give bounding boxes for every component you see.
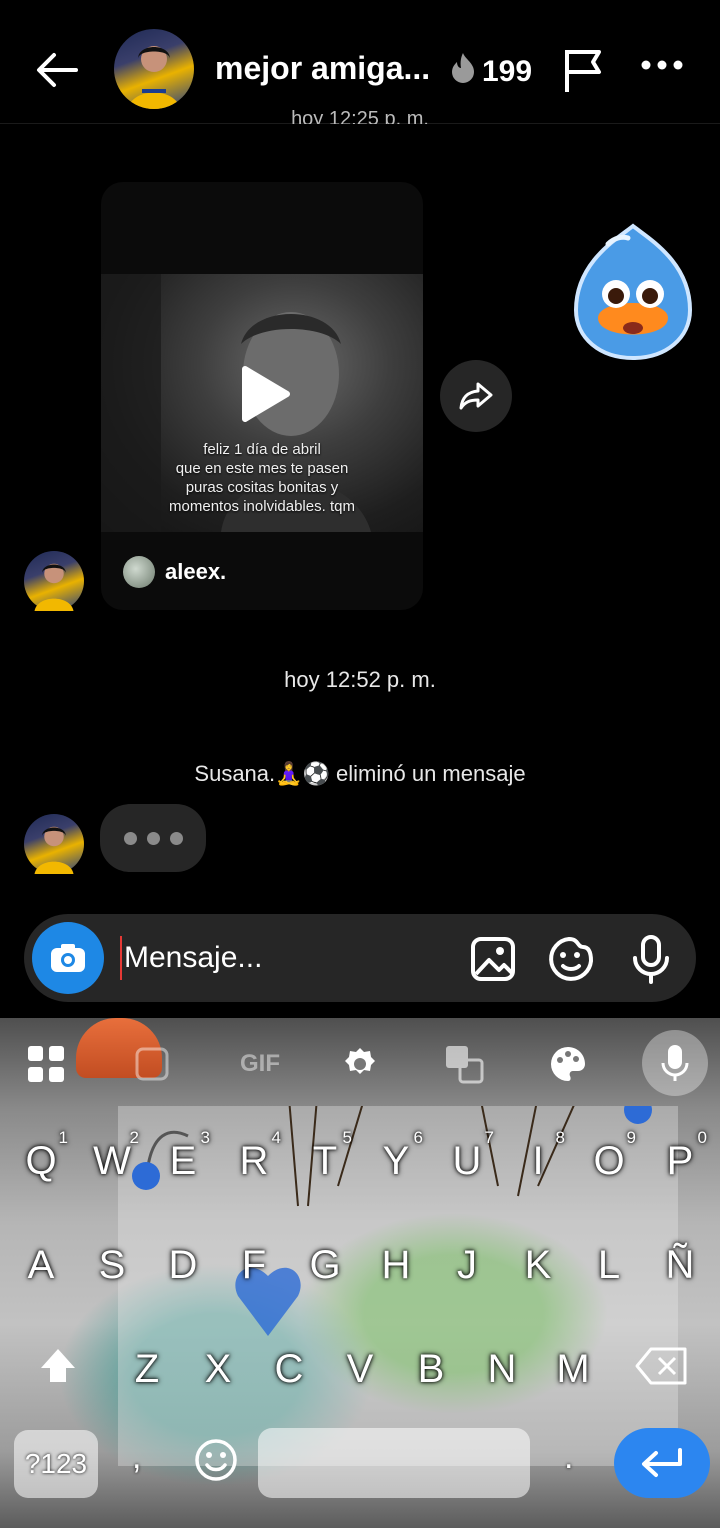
message-composer	[24, 914, 696, 1002]
voice-input-icon[interactable]	[642, 1030, 708, 1096]
key-p[interactable]: P0	[651, 1126, 709, 1196]
settings-gear-icon[interactable]	[338, 1042, 382, 1086]
message-input[interactable]	[120, 936, 450, 980]
key-c[interactable]: C	[260, 1334, 318, 1404]
keyboard: GIF Q1W2E3R4T5Y6U7I8O9P0 ASDFGHJKLÑ ZXCVBN…	[0, 1018, 720, 1528]
chat-header: mejor amiga... 199	[0, 0, 720, 124]
sticker-icon[interactable]	[546, 934, 596, 984]
symbols-key[interactable]: ?123	[14, 1430, 98, 1498]
share-arrow-icon	[459, 382, 493, 410]
key-v[interactable]: V	[331, 1334, 389, 1404]
key-x[interactable]: X	[189, 1334, 247, 1404]
key-e[interactable]: E3	[154, 1126, 212, 1196]
reel-author-avatar	[123, 556, 155, 588]
microphone-icon[interactable]	[626, 934, 676, 984]
key-k[interactable]: K	[509, 1230, 567, 1300]
play-icon[interactable]	[239, 365, 291, 428]
timestamp: hoy 12:52 p. m.	[284, 667, 436, 692]
key-s[interactable]: S	[83, 1230, 141, 1300]
key-u[interactable]: U7	[438, 1126, 496, 1196]
reel-caption: feliz 1 día de abril que en este mes te …	[169, 441, 355, 515]
backspace-key[interactable]	[634, 1342, 690, 1390]
streak-count: 199	[482, 55, 533, 88]
gallery-icon[interactable]	[468, 934, 518, 984]
typing-indicator	[100, 804, 206, 872]
key-f[interactable]: F	[225, 1230, 283, 1300]
key-g[interactable]: G	[296, 1230, 354, 1300]
more-options-icon[interactable]	[640, 58, 684, 76]
key-i[interactable]: I8	[509, 1126, 567, 1196]
key-b[interactable]: B	[402, 1334, 460, 1404]
key-l[interactable]: L	[580, 1230, 638, 1300]
sender-avatar[interactable]	[24, 814, 84, 874]
key-r[interactable]: R4	[225, 1126, 283, 1196]
shift-key[interactable]	[34, 1342, 82, 1390]
crying-water-drop-sticker[interactable]	[568, 222, 698, 362]
gif-button[interactable]: GIF	[230, 1042, 290, 1086]
enter-arrow-icon	[642, 1448, 682, 1477]
emoji-icon[interactable]	[194, 1438, 238, 1482]
reel-author-name: aleex.	[165, 559, 227, 584]
contact-name[interactable]: mejor amiga...	[215, 50, 430, 87]
streak-indicator: 199	[450, 52, 532, 92]
translate-icon[interactable]	[442, 1042, 486, 1086]
palette-icon[interactable]	[546, 1042, 590, 1086]
sticker-toolbar-icon[interactable]	[130, 1042, 174, 1086]
period-key[interactable]: .	[564, 1438, 573, 1477]
shared-reel[interactable]: feliz 1 día de abril que en este mes te …	[101, 182, 423, 610]
key-o[interactable]: O9	[580, 1126, 638, 1196]
share-button[interactable]	[440, 360, 512, 432]
system-message: Susana.🧘‍♀️⚽ eliminó un mensaje	[194, 761, 526, 786]
key-d[interactable]: D	[154, 1230, 212, 1300]
space-bar[interactable]	[258, 1428, 530, 1498]
camera-button[interactable]	[32, 922, 104, 994]
key-y[interactable]: Y6	[367, 1126, 425, 1196]
comma-key[interactable]: ,	[132, 1438, 141, 1477]
back-arrow-icon[interactable]	[30, 44, 82, 96]
key-t[interactable]: T5	[296, 1126, 354, 1196]
key-m[interactable]: M	[544, 1334, 602, 1404]
timestamp-top: hoy 12:25 p. m.	[291, 108, 429, 124]
apps-grid-icon[interactable]	[24, 1042, 68, 1086]
camera-icon	[51, 944, 85, 972]
key-n[interactable]: N	[473, 1334, 531, 1404]
sender-avatar[interactable]	[24, 551, 84, 611]
reel-author[interactable]: aleex.	[123, 556, 226, 588]
shift-arrow-icon	[41, 1349, 75, 1382]
enter-key[interactable]	[614, 1428, 710, 1498]
flag-icon[interactable]	[562, 46, 606, 99]
key-ñ[interactable]: Ñ	[651, 1230, 709, 1300]
key-a[interactable]: A	[12, 1230, 70, 1300]
key-z[interactable]: Z	[118, 1334, 176, 1404]
key-j[interactable]: J	[438, 1230, 496, 1300]
flame-icon	[450, 52, 476, 92]
backspace-icon	[635, 1347, 687, 1385]
key-w[interactable]: W2	[83, 1126, 141, 1196]
key-h[interactable]: H	[367, 1230, 425, 1300]
key-q[interactable]: Q1	[12, 1126, 70, 1196]
contact-avatar[interactable]	[114, 29, 194, 109]
